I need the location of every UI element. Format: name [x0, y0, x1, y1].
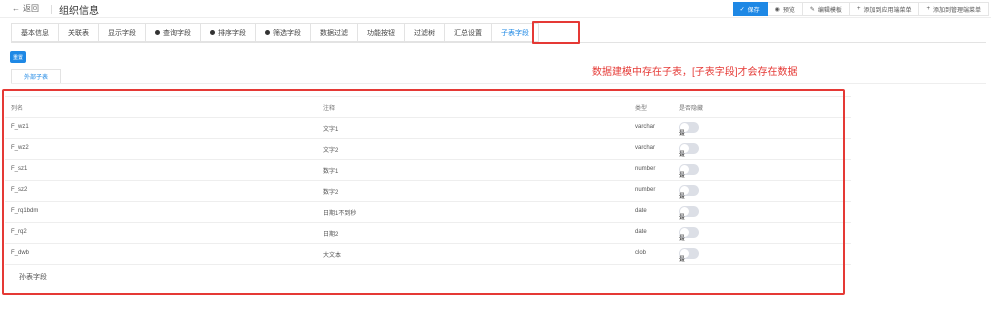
tab-related-table[interactable]: 关联表 [59, 23, 99, 42]
plus-icon: + [856, 6, 861, 12]
toolbar: ✓ 保存 ◉ 预览 ✎ 编辑模板 + 添加到应用端菜单 + 添加到管理端菜单 [732, 2, 989, 16]
annotation-note: 数据建模中存在子表，[子表字段]才会存在数据 [592, 67, 798, 78]
preview-button[interactable]: ◉ 预览 [767, 2, 803, 16]
info-dot-icon [155, 30, 160, 35]
tab-query-fields[interactable]: 查询字段 [146, 23, 201, 42]
tab-filter-fields[interactable]: 筛选字段 [256, 23, 311, 42]
page-title: 组织信息 [59, 6, 99, 17]
add-app-menu-button[interactable]: + 添加到应用端菜单 [849, 2, 920, 16]
reset-button[interactable]: 重置 [10, 51, 26, 63]
back-label: 返回 [23, 4, 39, 13]
tab-sort-fields[interactable]: 排序字段 [201, 23, 256, 42]
tab-external-subtable[interactable]: 外部子表 [11, 69, 61, 83]
tab-data-filter[interactable]: 数据过滤 [311, 23, 358, 42]
plus-icon: + [926, 6, 930, 12]
tabs-divider [11, 42, 986, 43]
save-button[interactable]: ✓ 保存 [732, 2, 768, 16]
subtab-divider [11, 83, 986, 84]
divider [51, 5, 52, 14]
pencil-icon: ✎ [809, 6, 815, 13]
add-admin-menu-button[interactable]: + 添加到管理端菜单 [919, 2, 989, 16]
config-tabs: 基本信息 关联表 显示字段 查询字段 排序字段 筛选字段 数据过滤 功能按钮 过… [11, 23, 539, 42]
tab-function-buttons[interactable]: 功能按钮 [358, 23, 405, 42]
info-dot-icon [210, 30, 215, 35]
info-dot-icon [265, 30, 270, 35]
tab-filter-tree[interactable]: 过滤树 [405, 23, 445, 42]
tab-display-fields[interactable]: 显示字段 [99, 23, 146, 42]
tab-summary-settings[interactable]: 汇总设置 [445, 23, 492, 42]
eye-icon: ◉ [774, 6, 780, 13]
table-highlight-box [2, 89, 845, 295]
tab-basic-info[interactable]: 基本信息 [11, 23, 59, 42]
top-bar: ← 返回 组织信息 ✓ 保存 ◉ 预览 ✎ 编辑模板 + 添加到应用端菜单 + … [0, 0, 991, 18]
tab-highlight-box [532, 21, 580, 44]
back-button[interactable]: ← 返回 [12, 3, 39, 14]
check-icon: ✓ [739, 6, 745, 13]
arrow-left-icon: ← [12, 4, 20, 13]
edit-template-button[interactable]: ✎ 编辑模板 [802, 2, 850, 16]
